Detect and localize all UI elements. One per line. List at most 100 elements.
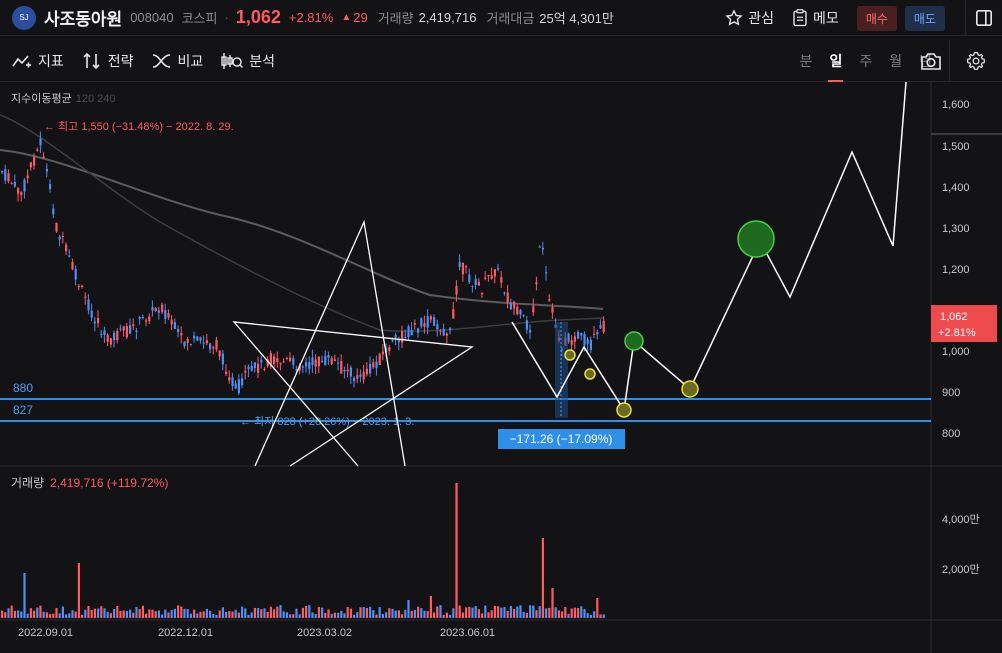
compare-icon <box>152 53 170 68</box>
candle-body <box>247 366 250 370</box>
star-drawing-top[interactable] <box>254 219 406 467</box>
volume-legend-value: 2,419,716 (+119.72%) <box>50 476 169 490</box>
volume-bar <box>61 606 64 618</box>
candle-body <box>199 337 202 341</box>
header-actions: 관심 메모 매수 매도 <box>725 0 1002 36</box>
volume-bar <box>394 610 397 618</box>
sell-button[interactable]: 매도 <box>904 5 945 31</box>
volume-bar <box>295 608 298 618</box>
volume-bar <box>145 613 148 618</box>
candle-body <box>164 310 167 320</box>
volume-bar <box>445 612 448 618</box>
volume-bar <box>55 607 58 618</box>
candle-body <box>292 358 295 365</box>
volume-bar <box>417 606 420 618</box>
projection-wave[interactable] <box>511 82 907 413</box>
volume-bar <box>125 611 128 618</box>
marker-yellow-mid[interactable] <box>681 380 699 398</box>
candle-body <box>71 261 74 270</box>
ma-120-line <box>0 114 604 332</box>
volume-bar <box>49 614 52 618</box>
period-month[interactable]: 월 <box>889 40 902 82</box>
star-icon <box>725 9 743 26</box>
indicator-button[interactable]: 지표 <box>12 51 64 71</box>
volume-bar <box>391 608 394 618</box>
y-tick: 1,300 <box>942 223 970 235</box>
candle-body <box>193 335 196 339</box>
volume-bar <box>337 612 340 618</box>
ma-legend[interactable]: 지수이동평균 120 240 <box>11 90 116 106</box>
volume-tick: 2,000만 <box>942 563 980 576</box>
volume-bar <box>388 608 391 618</box>
screenshot-button[interactable] <box>920 51 942 76</box>
strategy-button[interactable]: 전략 <box>82 51 134 71</box>
volume-bar <box>228 611 231 618</box>
candle-body <box>301 366 304 368</box>
marker-green-large[interactable] <box>737 220 775 258</box>
volume-bar <box>119 610 122 618</box>
volume-bar <box>468 606 471 618</box>
period-week[interactable]: 주 <box>859 40 872 82</box>
candle-body <box>90 310 93 318</box>
volume-bar <box>311 612 314 618</box>
volume-bar <box>519 605 522 618</box>
buy-button[interactable]: 매수 <box>856 5 897 31</box>
x-tick: 2023.06.01 <box>440 627 495 639</box>
panel-toggle-button[interactable] <box>965 0 1002 36</box>
volume-bar <box>132 612 135 618</box>
x-axis: 2022.09.01 2022.12.01 2023.03.02 2023.06… <box>18 627 495 639</box>
candle-body <box>42 156 45 159</box>
marker-yellow-small-2[interactable] <box>584 368 596 380</box>
price-tag-value: 1,062 <box>940 311 968 323</box>
volume-bar <box>285 612 288 618</box>
candle-body <box>148 316 151 322</box>
memo-button[interactable]: 메모 <box>792 8 839 28</box>
candle-body <box>119 328 122 330</box>
candle-body <box>273 356 276 365</box>
candle-body <box>359 374 362 377</box>
candle-body <box>49 184 52 190</box>
analysis-button[interactable]: 분석 <box>221 51 275 71</box>
volume-bar <box>506 610 509 618</box>
candle-body <box>513 301 516 309</box>
candle-body <box>231 377 234 387</box>
candle-body <box>529 330 532 333</box>
volume-legend[interactable]: 거래량 2,419,716 (+119.72%) <box>11 474 168 491</box>
candle-body <box>343 370 346 372</box>
volume-bar <box>90 610 93 618</box>
candle-body <box>541 248 544 250</box>
amount-label: 거래대금 <box>486 11 535 26</box>
volume-bar <box>404 609 407 618</box>
price-chart[interactable]: 880 827 ← 최고 1,550 (−31.48%) − 2022. 8. … <box>0 82 1002 653</box>
candle-body <box>135 330 138 332</box>
candle-body <box>401 331 404 343</box>
watch-button[interactable]: 관심 <box>725 8 774 28</box>
stock-name[interactable]: 사조동아원 <box>44 5 122 30</box>
candle-body <box>209 343 212 350</box>
volume-bar <box>346 607 349 618</box>
candle-body <box>573 336 576 342</box>
compare-button[interactable]: 비교 <box>152 51 203 71</box>
ma-legend-periods: 120 240 <box>75 93 116 105</box>
settings-button[interactable] <box>949 40 1002 82</box>
volume-bar <box>298 614 301 618</box>
period-day[interactable]: 일 <box>828 40 844 82</box>
candle-body <box>113 333 116 341</box>
volume-bar <box>474 606 477 618</box>
candle-body <box>436 324 439 330</box>
volume-bar <box>461 612 464 618</box>
candle-body <box>145 320 148 322</box>
volume-bar <box>426 611 429 618</box>
star-drawing-cross[interactable] <box>232 321 474 467</box>
volume-label: 거래량 <box>377 11 414 26</box>
candle-body <box>68 255 71 257</box>
volume-legend-title: 거래량 <box>11 476 45 490</box>
period-minute[interactable]: 분 <box>800 40 813 82</box>
marker-yellow-small-1[interactable] <box>564 349 576 361</box>
candle-body <box>100 333 103 335</box>
volume-bar <box>561 611 564 618</box>
candle-body <box>599 325 602 329</box>
candle-body <box>234 383 237 389</box>
marker-green-small[interactable] <box>624 331 644 351</box>
marker-yellow-low[interactable] <box>616 402 632 418</box>
